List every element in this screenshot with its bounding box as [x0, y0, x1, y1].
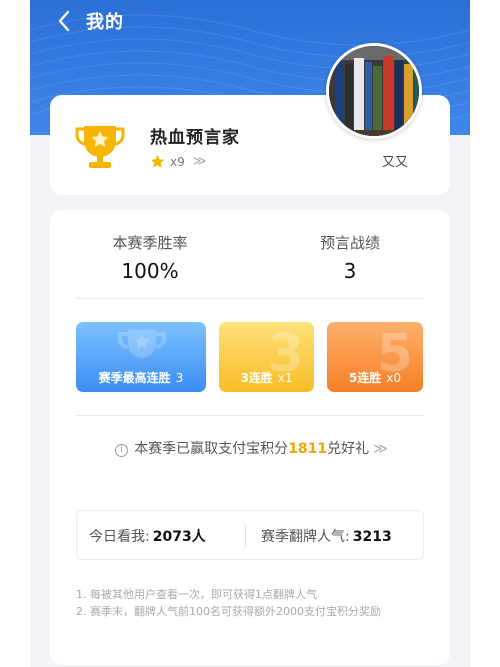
win-rate-value: 100%: [121, 259, 179, 283]
rules-notes: 1. 每被其他用户查看一次，即可获得1点翻牌人气 2. 赛季末，翻牌人气前100…: [76, 586, 421, 620]
double-chevron-right-icon: ≫: [373, 441, 388, 457]
views-separator: [245, 525, 246, 547]
chevron-left-icon: [58, 10, 70, 32]
season-popularity-value: 3213: [352, 529, 392, 545]
five-streak-card[interactable]: 5 5连胜 x0: [327, 322, 423, 392]
reward-points-link[interactable]: i 本赛季已赢取支付宝积分1811兑好礼 ≫: [50, 438, 450, 458]
best-streak-label: 赛季最高连胜: [98, 371, 171, 385]
trophy-watermark-icon: [118, 330, 166, 358]
today-views: 今日看我: 2073人: [89, 526, 206, 546]
win-rate-stat: 本赛季胜率 100%: [50, 232, 250, 283]
best-streak-label-row: 赛季最高连胜 3: [76, 369, 206, 386]
today-views-label: 今日看我:: [89, 529, 150, 545]
note-item: 1. 每被其他用户查看一次，即可获得1点翻牌人气: [76, 588, 317, 601]
three-streak-label: 3连胜: [240, 371, 273, 385]
three-streak-value: x1: [277, 371, 293, 385]
user-title: 热血预言家: [150, 128, 240, 148]
star-icon: [150, 154, 165, 168]
note-item: 2. 赛季末，翻牌人气前100名可获得额外2000支付宝积分奖励: [76, 605, 381, 618]
divider: [76, 298, 424, 299]
reward-suffix: 兑好礼: [327, 441, 370, 457]
season-popularity-label: 赛季翻牌人气:: [261, 529, 350, 545]
star-count-link[interactable]: x9 ≫: [150, 154, 207, 169]
record-stat: 预言战绩 3: [250, 232, 450, 283]
trophy-icon: [75, 126, 125, 168]
today-views-value: 2073人: [152, 529, 206, 545]
record-label: 预言战绩: [319, 234, 380, 252]
star-count: x9: [170, 154, 185, 169]
record-value: 3: [343, 259, 357, 283]
views-box: 今日看我: 2073人 赛季翻牌人气: 3213: [76, 510, 424, 560]
double-chevron-right-icon: ≫: [192, 154, 207, 169]
stats-card: 本赛季胜率 100% 预言战绩 3 赛季最高连胜 3 3 3连胜 x1 5 5连…: [50, 210, 450, 665]
avatar[interactable]: [326, 43, 422, 139]
five-streak-value: x0: [386, 371, 402, 385]
reward-points: 1811: [288, 441, 328, 457]
reward-prefix: 本赛季已赢取支付宝积分: [134, 441, 289, 457]
nickname: 又又: [381, 155, 408, 170]
five-streak-label-row: 5连胜 x0: [327, 369, 423, 386]
screen: 我的 热血预言家 x9 ≫ 又又 本赛季胜率 100% 预言战绩 3 赛季最高连…: [30, 0, 470, 667]
three-streak-card[interactable]: 3 3连胜 x1: [219, 322, 314, 392]
best-streak-card[interactable]: 赛季最高连胜 3: [76, 322, 206, 392]
info-icon: i: [115, 444, 129, 457]
page-title: 我的: [86, 12, 124, 33]
season-popularity: 赛季翻牌人气: 3213: [261, 526, 392, 546]
best-streak-value: 3: [175, 371, 184, 385]
divider: [76, 415, 424, 416]
three-streak-label-row: 3连胜 x1: [219, 369, 314, 386]
five-streak-label: 5连胜: [348, 371, 382, 385]
back-button[interactable]: [50, 6, 78, 36]
win-rate-label: 本赛季胜率: [112, 234, 188, 252]
